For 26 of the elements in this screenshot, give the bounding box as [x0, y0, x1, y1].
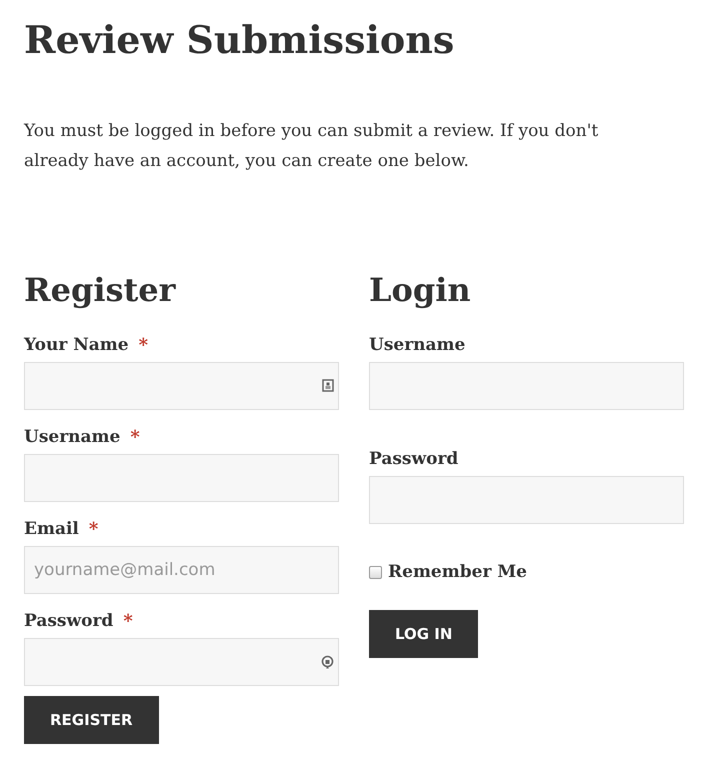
- field-label: Password: [24, 611, 114, 631]
- checkbox-label: Remember Me: [388, 562, 527, 582]
- required-mark: *: [130, 426, 140, 448]
- required-mark: *: [88, 518, 98, 540]
- register-button[interactable]: REGISTER: [24, 696, 159, 744]
- page-title: Review Submissions: [24, 16, 456, 64]
- required-mark: *: [123, 610, 133, 632]
- checkbox[interactable]: [369, 566, 382, 578]
- login-button[interactable]: LOG IN: [369, 610, 478, 658]
- contact-card-icon: [322, 379, 334, 392]
- field-label: Email: [24, 519, 79, 539]
- field-label: Your Name: [24, 335, 129, 355]
- section-heading: Register: [24, 270, 177, 311]
- input-field[interactable]: [24, 362, 339, 410]
- section-heading: Login: [369, 270, 472, 311]
- input-field[interactable]: [24, 638, 339, 686]
- input-field[interactable]: [369, 476, 684, 524]
- input-field[interactable]: [369, 362, 684, 410]
- field-label: Username: [369, 335, 466, 355]
- input-field[interactable]: yourname@mail.com: [24, 546, 339, 594]
- field-label: Username: [24, 427, 120, 447]
- intro-text: You must be logged in before you can submit a review. If you don't already have an account, you can create one below.: [24, 120, 600, 173]
- input-field[interactable]: [24, 454, 339, 502]
- key-icon: [321, 655, 334, 669]
- required-mark: *: [138, 334, 148, 356]
- field-label: Password: [369, 449, 458, 469]
